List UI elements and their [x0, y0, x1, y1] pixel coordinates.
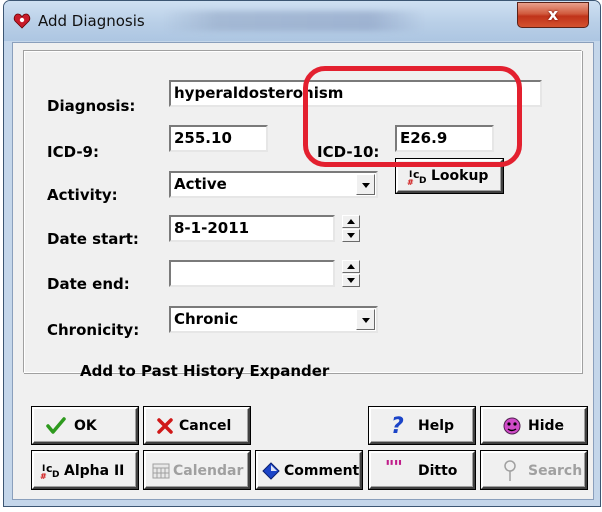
close-button[interactable]: x	[517, 2, 589, 28]
chevron-down-icon[interactable]	[356, 309, 375, 330]
pink-face-icon	[503, 417, 521, 435]
question-icon: ?	[391, 414, 404, 439]
spin-up-icon[interactable]	[342, 260, 360, 273]
magnifier-icon	[504, 460, 516, 481]
diamond-icon	[262, 462, 280, 480]
chronicity-label: Chronicity:	[47, 321, 140, 339]
search-label: Search	[528, 463, 583, 479]
icd9-label: ICD-9:	[47, 143, 99, 161]
activity-value: Active	[174, 175, 227, 193]
svg-text:#: #	[40, 472, 47, 480]
svg-text:#: #	[407, 178, 414, 186]
svg-text:D: D	[52, 470, 59, 480]
cancel-label: Cancel	[179, 418, 232, 434]
ditto-button[interactable]: "" Ditto	[369, 451, 475, 489]
icd-icon: I c D #	[40, 462, 59, 480]
date-start-label: Date start:	[47, 230, 139, 248]
date-start-value: 8-1-2011	[174, 219, 250, 237]
calendar-label: Calendar	[173, 463, 244, 479]
chronicity-value: Chronic	[174, 310, 239, 328]
dialog-window: Add Diagnosis x Diagnosis: hyperaldoster…	[3, 0, 601, 507]
icd10-highlight-annotation	[303, 66, 522, 167]
blurred-title-area	[164, 11, 424, 31]
x-icon	[157, 418, 173, 434]
hide-label: Hide	[528, 418, 565, 434]
date-start-field[interactable]: 8-1-2011	[169, 215, 335, 242]
cancel-button[interactable]: Cancel	[144, 407, 250, 444]
date-end-label: Date end:	[47, 275, 130, 293]
icd9-field[interactable]: 255.10	[169, 125, 268, 152]
alpha-button[interactable]: I c D # Alpha II	[32, 451, 138, 489]
search-button[interactable]: Search	[481, 451, 587, 489]
svg-text:D: D	[419, 176, 426, 186]
date-end-spinner[interactable]	[342, 260, 360, 287]
activity-dropdown[interactable]: Active	[169, 171, 378, 198]
help-button[interactable]: ? Help	[369, 407, 475, 444]
date-end-field[interactable]	[169, 260, 335, 287]
help-label: Help	[418, 418, 455, 434]
ditto-label: Ditto	[418, 463, 458, 479]
comment-label: Comment	[284, 463, 360, 479]
alpha-label: Alpha II	[64, 463, 125, 479]
ok-button[interactable]: OK	[32, 407, 138, 444]
lookup-label: Lookup	[431, 168, 489, 184]
chronicity-dropdown[interactable]: Chronic	[169, 306, 378, 333]
spin-down-icon[interactable]	[342, 229, 360, 242]
date-start-spinner[interactable]	[342, 215, 360, 242]
title-bar[interactable]: Add Diagnosis x	[4, 1, 600, 41]
window-title: Add Diagnosis	[38, 12, 145, 30]
heart-icon	[13, 13, 31, 29]
ok-label: OK	[74, 418, 97, 434]
checkmark-icon	[46, 417, 66, 434]
comment-button[interactable]: Comment	[256, 451, 362, 489]
hide-button[interactable]: Hide	[481, 407, 587, 444]
spin-up-icon[interactable]	[342, 215, 360, 228]
spin-down-icon[interactable]	[342, 274, 360, 287]
quote-marks-icon: ""	[385, 457, 403, 478]
chevron-down-icon[interactable]	[356, 174, 375, 195]
calendar-icon	[152, 463, 170, 479]
diagnosis-label: Diagnosis:	[47, 97, 136, 115]
icd9-value: 255.10	[174, 129, 232, 147]
past-history-label: Add to Past History Expander	[80, 362, 330, 380]
icd-icon: I c D #	[407, 168, 426, 186]
calendar-button[interactable]: Calendar	[144, 451, 250, 489]
activity-label: Activity:	[47, 186, 118, 204]
